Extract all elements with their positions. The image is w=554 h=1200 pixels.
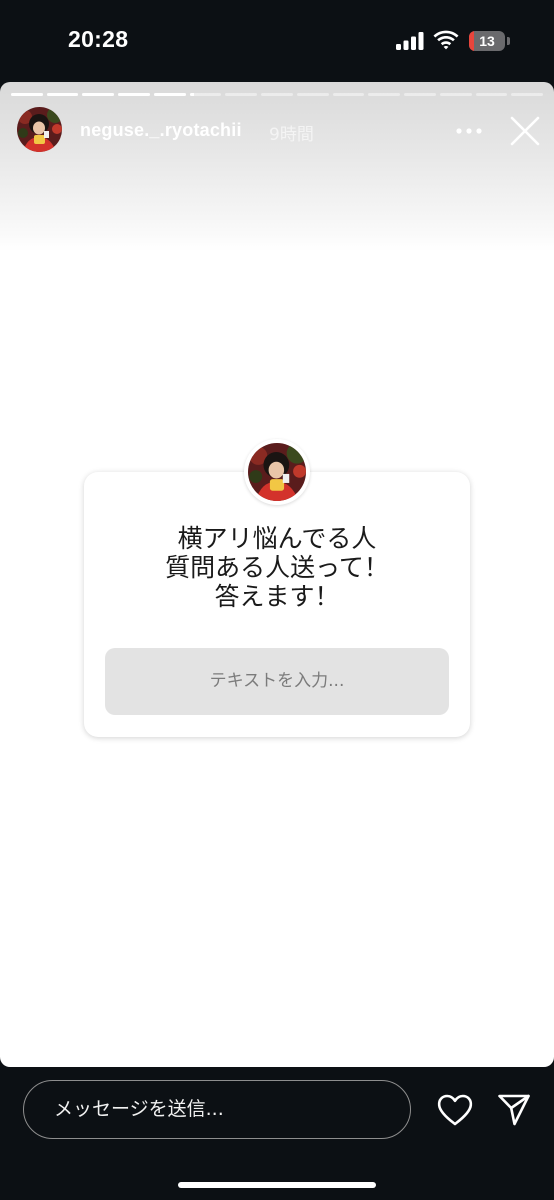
message-input[interactable]: メッセージを送信...: [23, 1080, 411, 1139]
progress-segment-fill: [82, 93, 115, 96]
story-timestamp: 9時間: [269, 125, 314, 145]
sticker-answer-input[interactable]: テキストを入力...: [105, 648, 449, 715]
battery-cap: [507, 37, 510, 45]
instagram-story-screen: 20:28 13 neguse._.ryotachii 9時間 横アリ悩んでる人…: [0, 0, 554, 1200]
progress-segment: [118, 93, 150, 96]
progress-segment: [82, 93, 115, 96]
progress-segment: [225, 93, 258, 96]
question-line: 横アリ悩んでる人: [177, 524, 377, 553]
progress-segment-fill: [11, 93, 43, 96]
progress-segment: [189, 93, 222, 96]
question-line: 答えます！: [214, 582, 340, 611]
progress-segment: [332, 93, 365, 96]
sticker-question-text: 横アリ悩んでる人 質問ある人送って！ 答えます！: [84, 524, 470, 611]
story-progress-bar: [11, 93, 544, 96]
progress-segment: [439, 93, 472, 96]
close-icon[interactable]: [510, 116, 540, 146]
home-indicator[interactable]: [178, 1182, 376, 1188]
story-username[interactable]: neguse._.ryotachii: [80, 120, 242, 141]
progress-segment: [475, 93, 508, 96]
battery-level: 13: [479, 33, 495, 49]
progress-segment-fill: [189, 93, 195, 96]
status-time: 20:28: [68, 26, 129, 52]
story-viewer[interactable]: neguse._.ryotachii 9時間 横アリ悩んでる人 質問ある人送って…: [0, 82, 554, 1067]
more-horizontal-icon[interactable]: [456, 128, 482, 134]
progress-segment-fill: [46, 93, 79, 96]
heart-icon[interactable]: [437, 1094, 473, 1126]
progress-segment-fill: [153, 93, 186, 96]
battery-indicator: 13: [469, 31, 510, 51]
message-placeholder: メッセージを送信...: [54, 1098, 224, 1120]
status-bar: 20:28 13: [0, 0, 554, 82]
progress-segment: [511, 93, 544, 96]
send-icon[interactable]: [497, 1093, 531, 1127]
progress-segment: [296, 93, 329, 96]
progress-segment-fill: [118, 93, 150, 96]
question-sticker[interactable]: 横アリ悩んでる人 質問ある人送って！ 答えます！ テキストを入力...: [84, 472, 470, 737]
progress-segment: [404, 93, 436, 96]
profile-avatar[interactable]: [17, 107, 62, 152]
progress-segment: [11, 93, 43, 96]
sticker-avatar: [248, 443, 306, 501]
progress-segment: [261, 93, 293, 96]
progress-segment: [153, 93, 186, 96]
progress-segment: [46, 93, 79, 96]
cellular-signal-icon: [396, 32, 424, 50]
question-line: 質問ある人送って！: [165, 553, 389, 582]
wifi-icon: [433, 30, 459, 50]
progress-segment: [368, 93, 401, 96]
